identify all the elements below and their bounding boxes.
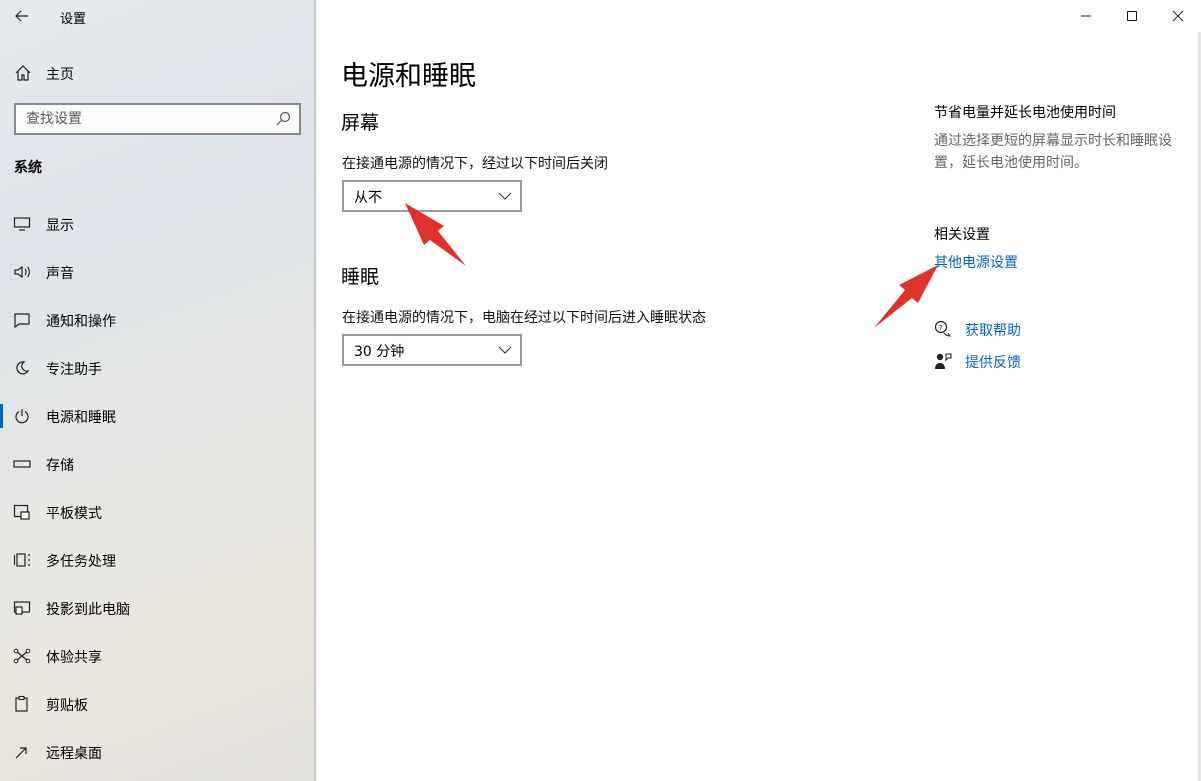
search-icon [276,111,291,126]
sidebar: 设置 主页 系统 显示 声音 通知和操作 专注助手 电源和睡眠 [0,0,316,781]
sidebar-item-tablet-mode[interactable]: 平板模式 [0,488,316,536]
get-help-link[interactable]: ? 获取帮助 [934,318,1134,342]
sidebar-item-power-sleep[interactable]: 电源和睡眠 [0,392,316,440]
nav-home-label: 主页 [46,67,74,83]
feedback-person-icon [935,353,952,369]
close-icon [1172,10,1184,22]
maximize-icon [1127,11,1137,21]
tip-title: 节省电量并延长电池使用时间 [934,105,1116,121]
sidebar-item-storage[interactable]: 存储 [0,440,316,488]
page-title: 电源和睡眠 [341,61,476,92]
home-icon [15,65,31,81]
minimize-icon [1081,15,1091,17]
sidebar-item-label: 电源和睡眠 [46,410,116,426]
sidebar-item-label: 存储 [46,458,74,474]
sidebar-item-display[interactable]: 显示 [0,200,316,248]
project-icon [12,598,32,618]
sidebar-item-clipboard[interactable]: 剪贴板 [0,680,316,728]
remote-icon [12,742,32,762]
sidebar-item-sound[interactable]: 声音 [0,248,316,296]
monitor-icon [12,214,32,234]
maximize-button[interactable] [1109,0,1155,32]
sleep-timeout-dropdown[interactable]: 30 分钟 [342,334,522,366]
back-arrow-icon [15,10,28,22]
screen-heading: 屏幕 [341,112,380,134]
additional-power-settings-link[interactable]: 其他电源设置 [934,252,1018,272]
minimize-button[interactable] [1063,0,1109,32]
help-chat-icon: ? [934,320,952,337]
sidebar-item-multitasking[interactable]: 多任务处理 [0,536,316,584]
nav-list: 显示 声音 通知和操作 专注助手 电源和睡眠 存储 平板模式 多任务处理 投影到… [0,200,316,776]
sidebar-item-notifications[interactable]: 通知和操作 [0,296,316,344]
notification-icon [12,310,32,330]
sidebar-item-label: 显示 [46,218,74,234]
storage-icon [12,454,32,474]
sleep-description: 在接通电源的情况下，电脑在经过以下时间后进入睡眠状态 [342,310,706,326]
moon-icon [12,358,32,378]
get-help-label: 获取帮助 [965,323,1021,339]
sidebar-item-label: 剪贴板 [46,698,88,714]
multitask-icon [12,550,32,570]
window-controls [1063,0,1201,32]
sidebar-item-label: 专注助手 [46,362,102,378]
sidebar-item-shared-experiences[interactable]: 体验共享 [0,632,316,680]
tip-description: 通过选择更短的屏幕显示时长和睡眠设置，延长电池使用时间。 [934,133,1172,171]
sleep-heading: 睡眠 [341,266,380,288]
share-icon [12,646,32,666]
screen-timeout-dropdown[interactable]: 从不 [342,180,522,212]
title-bar: 设置 [0,0,316,32]
power-icon [12,406,32,426]
sidebar-item-label: 远程桌面 [46,746,102,762]
search-box[interactable] [14,103,301,135]
sleep-timeout-value: 30 分钟 [354,344,405,360]
chevron-down-icon [498,192,512,200]
sidebar-item-label: 多任务处理 [46,554,116,570]
sidebar-item-label: 声音 [46,266,74,282]
sidebar-item-label: 投影到此电脑 [46,602,130,618]
give-feedback-label: 提供反馈 [965,355,1021,371]
sidebar-item-label: 平板模式 [46,506,102,522]
sidebar-item-project[interactable]: 投影到此电脑 [0,584,316,632]
screen-timeout-value: 从不 [354,190,382,206]
related-settings-title: 相关设置 [934,227,990,243]
tablet-icon [12,502,32,522]
annotation-arrow-link [874,265,938,328]
clipboard-icon [12,694,32,714]
chevron-down-icon [498,346,512,354]
screen-description: 在接通电源的情况下，经过以下时间后关闭 [342,156,608,172]
search-input[interactable] [16,105,266,133]
sidebar-item-remote-desktop[interactable]: 远程桌面 [0,728,316,776]
sidebar-item-focus-assist[interactable]: 专注助手 [0,344,316,392]
close-button[interactable] [1155,0,1201,32]
back-button[interactable] [8,4,36,28]
sidebar-item-label: 通知和操作 [46,314,116,330]
app-title: 设置 [60,12,87,27]
nav-home[interactable]: 主页 [0,56,316,90]
speaker-icon [12,262,32,282]
annotation-arrow-dropdown [405,203,466,266]
section-title: 系统 [14,160,42,176]
sidebar-item-label: 体验共享 [46,650,102,666]
give-feedback-link[interactable]: 提供反馈 [934,350,1134,374]
svg-text:?: ? [939,324,943,332]
